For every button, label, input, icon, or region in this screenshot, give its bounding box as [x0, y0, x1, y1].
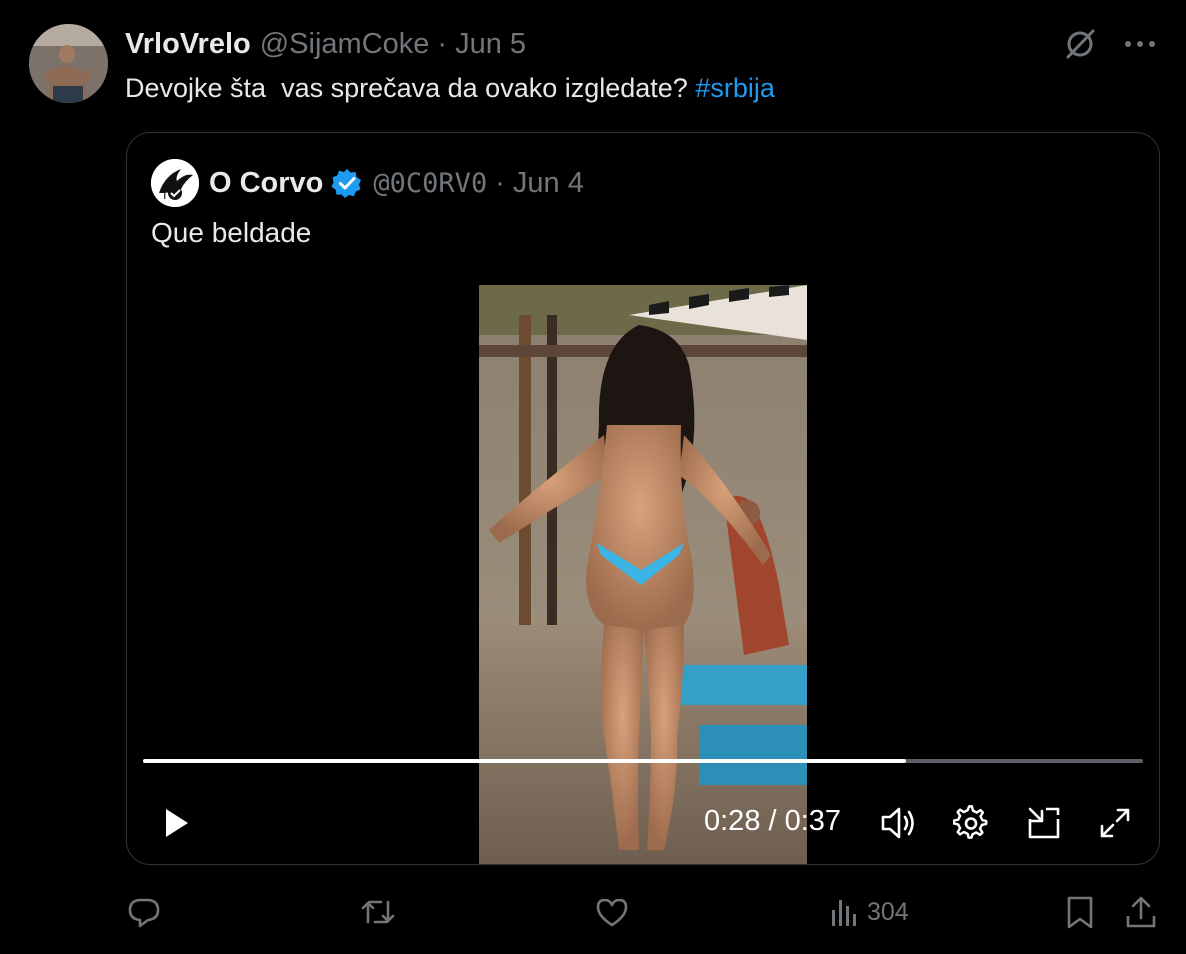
- author-name[interactable]: VrloVrelo: [125, 28, 251, 61]
- reply-button[interactable]: [126, 890, 162, 934]
- verified-badge-icon: [331, 169, 362, 198]
- quoted-text: Que beldade: [151, 217, 312, 248]
- quoted-avatar[interactable]: I: [151, 159, 199, 207]
- settings-icon[interactable]: [951, 803, 991, 843]
- quoted-author-handle[interactable]: @0C0RV0: [373, 168, 487, 199]
- retweet-icon: [361, 900, 395, 924]
- volume-icon[interactable]: [879, 803, 919, 843]
- views-button[interactable]: 304: [829, 890, 909, 934]
- quoted-tweet[interactable]: I O Corvo @0C0RV0 · Jun 4 Que beldade 0:…: [126, 132, 1160, 865]
- video-time: 0:28 / 0:37: [704, 805, 842, 837]
- retweet-button[interactable]: [359, 890, 397, 934]
- grok-icon[interactable]: [1060, 24, 1100, 64]
- tweet-body: Devojke šta vas sprečava da ovako izgled…: [125, 73, 696, 103]
- like-icon: [596, 898, 628, 927]
- quoted-header: I O Corvo @0C0RV0 · Jun 4: [151, 159, 584, 207]
- tweet-actions: 304: [126, 890, 1166, 934]
- tweet-text: Devojke šta vas sprečava da ovako izgled…: [125, 70, 775, 106]
- quoted-date[interactable]: Jun 4: [513, 167, 584, 200]
- author-avatar[interactable]: [29, 24, 108, 103]
- tweet-top-actions: [1060, 24, 1160, 64]
- hashtag-link[interactable]: #srbija: [695, 73, 775, 103]
- video-progress-bar[interactable]: [143, 759, 1143, 763]
- quoted-separator-dot: ·: [495, 166, 505, 199]
- bookmark-icon: [1067, 896, 1093, 929]
- views-count: 304: [867, 897, 909, 926]
- pip-icon[interactable]: [1024, 803, 1064, 843]
- svg-text:I: I: [163, 188, 167, 202]
- share-icon: [1126, 896, 1156, 928]
- fullscreen-icon[interactable]: [1095, 803, 1135, 843]
- more-icon[interactable]: [1120, 24, 1160, 64]
- video-controls: 0:28 / 0:37: [127, 793, 1159, 853]
- separator-dot: ·: [437, 27, 448, 60]
- quoted-author-name[interactable]: O Corvo: [209, 167, 323, 200]
- video-frame[interactable]: [479, 285, 807, 864]
- bookmark-button[interactable]: [1064, 890, 1096, 934]
- tweet-header: VrloVrelo @SijamCoke · Jun 5: [125, 26, 526, 62]
- tweet-date[interactable]: Jun 5: [455, 28, 526, 61]
- video-progress-fill: [143, 759, 906, 763]
- share-button[interactable]: [1124, 890, 1158, 934]
- views-icon: [832, 900, 856, 926]
- play-icon[interactable]: [157, 803, 197, 843]
- reply-icon: [128, 898, 160, 928]
- like-button[interactable]: [594, 890, 630, 934]
- author-handle[interactable]: @SijamCoke: [260, 28, 430, 61]
